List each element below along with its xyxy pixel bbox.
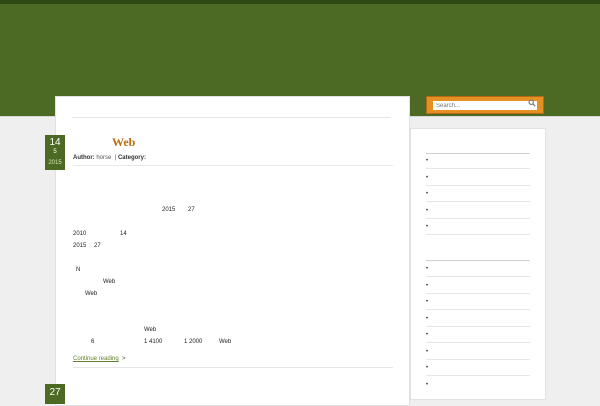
post-text: Web bbox=[103, 279, 116, 285]
list-bullet: • bbox=[426, 316, 429, 322]
post-text: N bbox=[76, 267, 81, 273]
sidebar-list-item[interactable]: • bbox=[426, 314, 530, 327]
list-bullet: • bbox=[426, 299, 429, 305]
post-text: 2015 bbox=[162, 207, 176, 213]
post-text: 2010 bbox=[73, 231, 87, 237]
category-label: Category: bbox=[117, 155, 146, 161]
post-title[interactable]: Web bbox=[112, 135, 135, 150]
post-text: 14 bbox=[120, 231, 127, 237]
post-text: Web bbox=[219, 339, 232, 345]
sidebar-widget-rule bbox=[426, 153, 530, 154]
search-input[interactable] bbox=[433, 101, 537, 110]
post-text: 27 bbox=[94, 243, 101, 249]
sidebar-list-item[interactable]: • bbox=[426, 222, 530, 235]
sidebar-list-item[interactable]: • bbox=[426, 206, 530, 219]
post-date-day: 14 bbox=[49, 137, 61, 148]
search-box bbox=[426, 96, 544, 114]
post-bottom-rule bbox=[73, 367, 393, 368]
post-text: Web bbox=[144, 327, 157, 333]
sidebar-list-item[interactable]: • bbox=[426, 363, 530, 376]
list-bullet: • bbox=[426, 266, 429, 272]
list-bullet: • bbox=[426, 349, 429, 355]
sidebar-list-item[interactable]: • bbox=[426, 297, 530, 310]
sidebar-list-item[interactable]: • bbox=[426, 173, 530, 186]
post-text: Web bbox=[85, 291, 98, 297]
sidebar-list-item[interactable]: • bbox=[426, 189, 530, 202]
sidebar-list-item[interactable]: • bbox=[426, 380, 530, 392]
list-bullet: • bbox=[426, 191, 429, 197]
list-bullet: • bbox=[426, 382, 429, 388]
sidebar-list-item[interactable]: • bbox=[426, 281, 530, 294]
sidebar-list-item[interactable]: • bbox=[426, 347, 530, 360]
main-top-rule bbox=[72, 117, 391, 118]
post-text: 2015 bbox=[73, 243, 87, 249]
author-label: Author: bbox=[73, 155, 95, 161]
list-bullet: • bbox=[426, 175, 429, 181]
author-link[interactable]: horse bbox=[96, 155, 111, 161]
post-text: 1 4100 bbox=[144, 339, 163, 345]
list-bullet: • bbox=[426, 208, 429, 214]
meta-separator: | bbox=[114, 155, 117, 161]
sidebar-list-item[interactable]: • bbox=[426, 330, 530, 343]
post-text: 6 bbox=[91, 339, 95, 345]
list-bullet: • bbox=[426, 158, 429, 164]
sidebar-list-item[interactable]: • bbox=[426, 264, 530, 277]
post-text: 1 2000 bbox=[184, 339, 203, 345]
continue-arrow: > bbox=[122, 356, 126, 362]
post-text: 27 bbox=[188, 207, 195, 213]
post-date-month: 5 bbox=[53, 149, 57, 155]
next-post-date-badge: 27 bbox=[45, 384, 65, 404]
list-bullet: • bbox=[426, 283, 429, 289]
sidebar-widget-rule bbox=[426, 260, 530, 261]
next-post-day: 27 bbox=[49, 387, 61, 398]
search-icon[interactable] bbox=[528, 99, 536, 107]
meta-divider bbox=[73, 165, 393, 166]
sidebar-list-item[interactable]: • bbox=[426, 156, 530, 169]
continue-reading-link[interactable]: Continue reading bbox=[73, 356, 119, 362]
post-date-year: 2015 bbox=[48, 160, 62, 166]
post-meta: Author: horse | Category: bbox=[73, 155, 146, 161]
list-bullet: • bbox=[426, 332, 429, 338]
list-bullet: • bbox=[426, 365, 429, 371]
post-date-badge: 14 5 2015 bbox=[45, 135, 65, 170]
list-bullet: • bbox=[426, 224, 429, 230]
